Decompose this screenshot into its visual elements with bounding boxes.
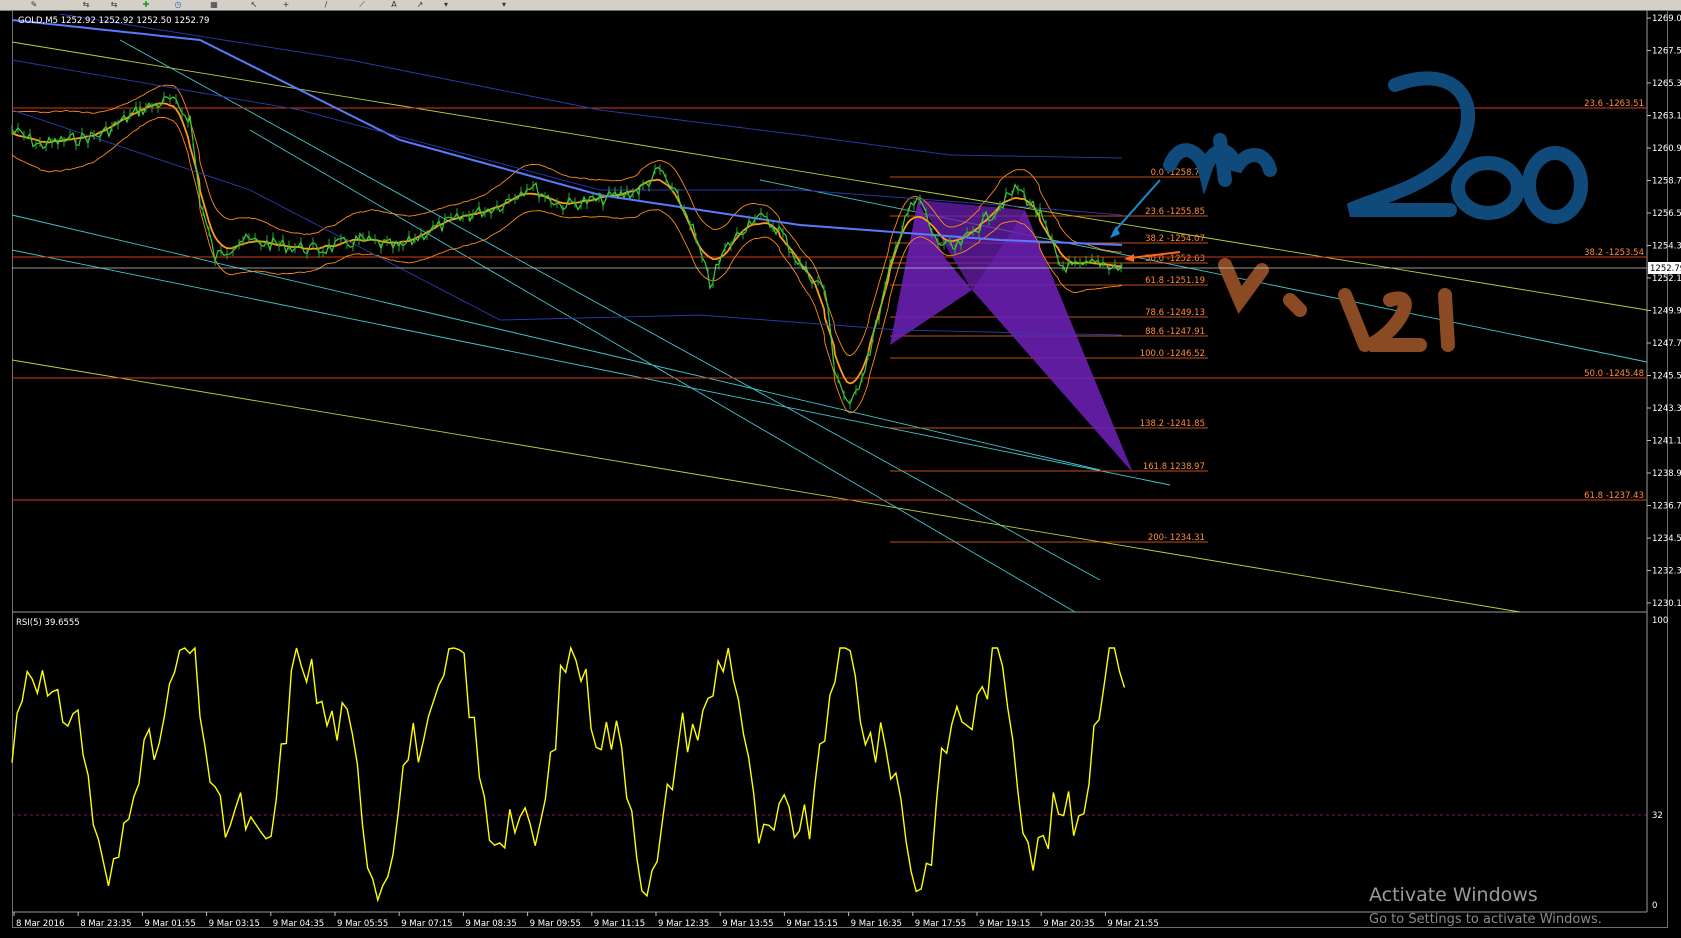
fib-level-label: 78.6 -1249.13 [1145,308,1205,318]
time-label: 9 Mar 04:35 [273,919,324,929]
time-label: 9 Mar 21:55 [1107,919,1158,929]
activate-windows-title: Activate Windows [1369,884,1538,906]
rsi-header: RSI(5) 39.6555 [16,618,80,628]
price-label: 1263.10 [1652,112,1681,122]
time-label: 9 Mar 12:35 [658,919,709,929]
time-label: 8 Mar 2016 [16,919,64,929]
price-label: 1241.13 [1652,437,1681,447]
time-label: 9 Mar 01:55 [144,919,195,929]
time-label: 9 Mar 15:15 [786,919,837,929]
time-label: 9 Mar 09:55 [530,919,581,929]
time-label: 9 Mar 07:15 [401,919,452,929]
price-label: 1265.33 [1652,79,1681,89]
fib-level-label: 38.2 -1253.54 [1584,248,1644,258]
trendline [119,39,1101,581]
fib-level-label: 0.0 -1258.73 [1151,168,1205,178]
chart-canvas[interactable]: 0.0 -1258.73 23.6 -1255.85 38.2 -1254.07 50… [0,0,1681,938]
price-label: 1234.53 [1652,534,1681,544]
annotation-0 [1451,156,1525,220]
price-label: 1258.73 [1652,177,1681,187]
price-label: 1249.93 [1652,307,1681,317]
price-label: 1245.53 [1652,372,1681,382]
annotation-0 [1522,146,1588,224]
price-label: 1267.52 [1652,47,1681,57]
annotation-1421 [1218,258,1455,352]
fib-level-label: 138.2 -1241.85 [1140,419,1205,429]
rsi-pane: 100 32 0 [11,616,1668,911]
price-label: 1260.93 [1652,144,1681,154]
envelope-upper [11,59,1123,216]
annotation-2 [1346,71,1475,217]
current-price-label: 1252.79 [1650,264,1681,274]
trendline [249,129,1076,613]
price-label: 1256.53 [1652,209,1681,219]
rsi-axis-label: 100 [1652,616,1668,626]
bollinger-lower [11,116,1123,414]
time-axis: 8 Mar 2016 8 Mar 23:35 9 Mar 01:55 9 Mar 03… [13,912,1159,929]
activate-windows-subtitle: Go to Settings to activate Windows. [1369,912,1602,927]
rsi-axis-label: 0 [1652,901,1657,911]
time-label: 9 Mar 13:55 [722,919,773,929]
price-line [11,91,1123,410]
fib-level-label: 200- 1234.31 [1148,533,1205,543]
fib-level-label: 38.2 -1254.07 [1145,234,1205,244]
time-label: 9 Mar 08:35 [465,919,516,929]
time-label: 9 Mar 19:15 [979,919,1030,929]
rsi-axis-label: 32 [1652,811,1663,821]
envelope-outer [59,13,1122,159]
price-label: 1236.73 [1652,502,1681,512]
symbol-header: GOLD,M5 1252.92 1252.92 1252.50 1252.79 [18,16,209,26]
price-label: 1230.13 [1652,599,1681,609]
time-label: 9 Mar 20:35 [1043,919,1094,929]
fib-level-label: 88.6 -1247.91 [1145,327,1205,337]
price-label: 1254.33 [1652,242,1681,252]
price-label: 1238.93 [1652,469,1681,479]
price-label: 1243.33 [1652,404,1681,414]
fib-level-label: 23.6 -1263.51 [1584,99,1644,109]
price-label: 1247.73 [1652,339,1681,349]
trendline [11,359,1521,613]
time-label: 9 Mar 05:55 [337,919,388,929]
fib-level-label: 161.8 1238.97 [1143,462,1205,472]
fib-level-label: 61.8 -1251.19 [1145,276,1205,286]
time-label: 8 Mar 23:35 [80,919,131,929]
price-label: 1269.07 [1652,14,1681,24]
fib-level-label: 100.0 -1246.52 [1140,349,1205,359]
time-label: 9 Mar 16:35 [851,919,902,929]
time-label: 9 Mar 03:15 [209,919,260,929]
price-label: 1252.13 [1652,274,1681,284]
rsi-series [11,645,1126,903]
fib-level-label: 50.0 -1245.48 [1584,369,1644,379]
price-label: 1232.33 [1652,567,1681,577]
time-label: 9 Mar 17:55 [915,919,966,929]
time-label: 9 Mar 11:15 [594,919,645,929]
fib-level-label: 23.6 -1255.85 [1145,207,1205,217]
fib-level-label: 61.8 -1237.43 [1584,491,1644,501]
